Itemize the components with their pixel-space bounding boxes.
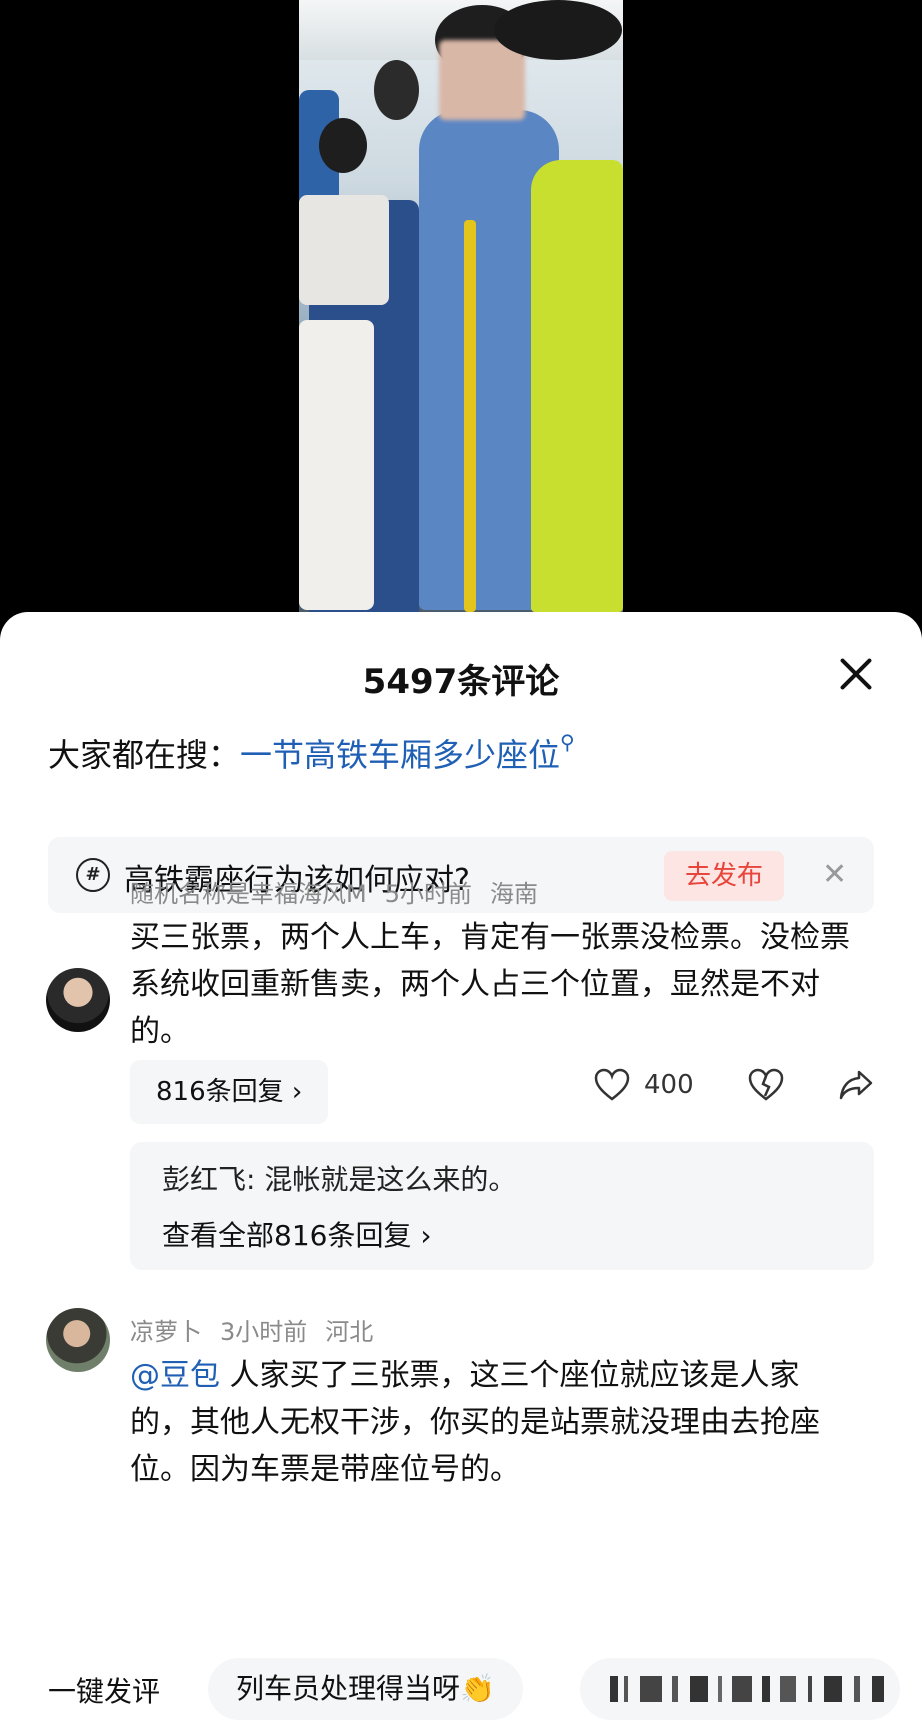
close-icon[interactable] <box>838 656 874 692</box>
trending-search-keyword[interactable]: 一节高铁车厢多少座位 <box>240 736 560 774</box>
quick-comment-chip[interactable]: 列车员处理得当呀👏 <box>208 1658 523 1720</box>
topic-hash-icon: # <box>76 858 110 892</box>
comment-meta: 凉萝卜 3小时前 河北 <box>130 1312 391 1347</box>
dislike-icon[interactable] <box>748 1068 784 1102</box>
video-frame <box>299 0 623 612</box>
trending-search-label: 大家都在搜： <box>48 736 241 774</box>
comment-username[interactable]: 凉萝卜 <box>130 1318 202 1346</box>
quick-comment-bar: 一键发评 列车员处理得当呀👏 <box>0 1652 922 1733</box>
comment-text: 买三张票，两个人上车，肯定有一张票没检票。没检票系统收回重新售卖，两个人占三个位… <box>130 920 850 1049</box>
comment-body: 人家买了三张票，这三个座位就应该是人家的，其他人无权干涉，你买的是站票就没理由去… <box>130 1358 820 1487</box>
comment-time: 5小时前 <box>384 880 472 908</box>
view-all-replies-link[interactable]: 查看全部816条回复 › <box>162 1214 432 1254</box>
avatar[interactable] <box>46 968 110 1032</box>
avatar[interactable] <box>46 1308 110 1372</box>
loading-bars-icon <box>610 1676 884 1702</box>
top-reply-text: 彭红飞: 混帐就是这么来的。 <box>162 1163 517 1196</box>
comment-location: 海南 <box>490 880 538 908</box>
quick-comment-chip-placeholder[interactable] <box>580 1658 900 1720</box>
comment-location: 河北 <box>325 1318 374 1346</box>
like-count: 400 <box>644 1070 694 1100</box>
comment-count-title: 5497条评论 <box>362 662 560 702</box>
dismiss-topic-icon[interactable]: ✕ <box>822 857 847 892</box>
search-icon: ⚲ <box>560 730 575 754</box>
replies-button[interactable]: 816条回复 › <box>130 1060 329 1124</box>
like-icon[interactable] <box>594 1068 630 1102</box>
publish-button[interactable]: 去发布 <box>664 851 784 901</box>
comment-time: 3小时前 <box>220 1318 308 1346</box>
comment-meta: 随机名称是幸福海风M 5小时前 海南 <box>130 874 556 909</box>
comment-username[interactable]: 随机名称是幸福海风M <box>130 880 367 908</box>
top-reply-preview[interactable]: 彭红飞: 混帐就是这么来的。 查看全部816条回复 › <box>130 1142 874 1270</box>
comment-sheet: 5497条评论 大家都在搜：一节高铁车厢多少座位⚲ # 高铁霸座行为该如何应对?… <box>0 612 922 1733</box>
video-player[interactable] <box>0 0 922 640</box>
share-icon[interactable] <box>838 1068 874 1102</box>
comment-text: @豆包 人家买了三张票，这三个座位就应该是人家的，其他人无权干涉，你买的是站票就… <box>130 1352 850 1493</box>
quick-comment-label: 一键发评 <box>48 1675 161 1708</box>
trending-search[interactable]: 大家都在搜：一节高铁车厢多少座位⚲ <box>48 730 575 776</box>
mention-link[interactable]: @豆包 <box>130 1358 220 1393</box>
